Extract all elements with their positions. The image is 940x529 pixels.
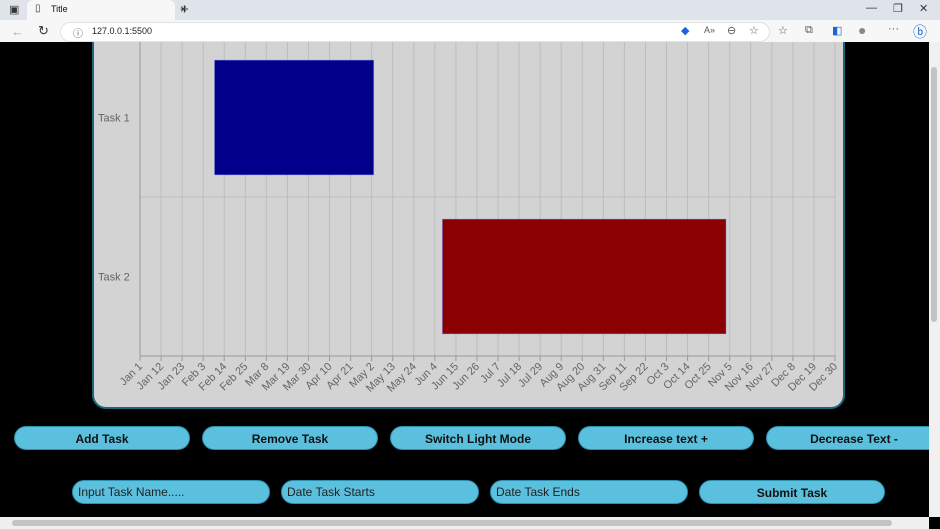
task-bar <box>442 218 727 335</box>
task-end-input[interactable] <box>490 480 688 504</box>
browser-chrome: ▣ ▯ Title × + — ❐ ✕ ← ↻ ⓘ 127.0.0.1:5500… <box>0 0 940 42</box>
collections-icon[interactable]: ⧉ <box>805 24 813 37</box>
task-name-input[interactable] <box>72 480 270 504</box>
chart-panel: Jan 1 Jan 12 Jan 23 Feb 3 Feb 14 Feb 25 Mar 8M… <box>92 42 845 409</box>
decrease-text-button[interactable]: Decrease Text - <box>766 426 929 450</box>
more-icon[interactable]: ··· <box>888 23 899 35</box>
tab-title: Title <box>51 4 68 14</box>
minimize-icon[interactable]: — <box>866 2 877 14</box>
remove-task-button[interactable]: Remove Task <box>202 426 378 450</box>
tab-actions-icon[interactable]: ▣ <box>9 3 19 16</box>
task-start-input[interactable] <box>281 480 479 504</box>
refresh-icon[interactable]: ↻ <box>38 23 49 39</box>
read-aloud-icon[interactable]: A» <box>704 25 715 35</box>
profile-icon[interactable]: ● <box>858 22 866 38</box>
horizontal-scroll-thumb[interactable] <box>12 520 892 526</box>
zoom-icon[interactable]: ⊖ <box>727 24 736 37</box>
favorites-icon[interactable]: ☆ <box>778 24 788 37</box>
increase-text-button[interactable]: Increase text + <box>578 426 754 450</box>
address-bar[interactable]: ⓘ 127.0.0.1:5500 ◆ A» ⊖ ☆ <box>60 22 770 42</box>
task-label: Task 1 <box>98 113 130 125</box>
tab-bar: ▣ ▯ Title × + — ❐ ✕ <box>0 0 940 20</box>
new-tab-icon[interactable]: + <box>180 1 189 18</box>
info-icon[interactable]: ⓘ <box>73 25 83 40</box>
copilot-icon[interactable]: ⓑ <box>913 22 927 42</box>
horizontal-scrollbar[interactable] <box>0 517 929 529</box>
favorite-add-icon[interactable]: ☆ <box>749 24 759 37</box>
coupon-icon[interactable]: ◆ <box>681 24 689 37</box>
page-content: Jan 1 Jan 12 Jan 23 Feb 3 Feb 14 Feb 25 Mar 8M… <box>0 42 929 517</box>
page-icon: ▯ <box>35 3 41 14</box>
task-bar <box>214 59 375 176</box>
extensions-icon[interactable]: ◧ <box>832 24 842 37</box>
back-icon[interactable]: ← <box>11 24 24 39</box>
submit-task-button[interactable]: Submit Task <box>699 480 885 504</box>
address-url[interactable]: 127.0.0.1:5500 <box>92 26 152 36</box>
add-task-button[interactable]: Add Task <box>14 426 190 450</box>
vertical-scroll-thumb[interactable] <box>931 67 937 322</box>
gantt-chart: Jan 1Jan 12Jan 23Feb 3Feb 14Feb 25Mar 8M… <box>98 42 840 395</box>
vertical-scrollbar[interactable] <box>929 42 940 517</box>
maximize-icon[interactable]: ❐ <box>893 2 903 15</box>
switch-light-mode-button[interactable]: Switch Light Mode <box>390 426 566 450</box>
browser-tab[interactable]: ▯ Title × <box>27 0 187 20</box>
close-window-icon[interactable]: ✕ <box>919 2 928 15</box>
task-label: Task 2 <box>98 272 130 284</box>
